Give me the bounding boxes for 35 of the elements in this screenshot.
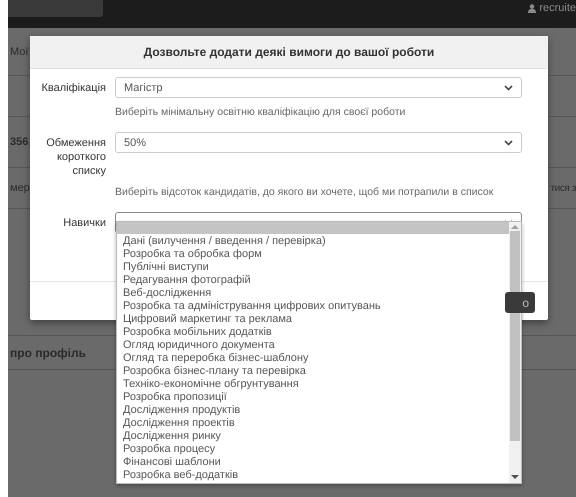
modal-title: Дозвольте додати деякі вимоги до вашої роботи: [144, 45, 434, 59]
dropdown-option[interactable]: Фінансові шаблони: [117, 456, 509, 469]
dropdown-option[interactable]: Розробка бізнес-плану та перевірка: [117, 365, 509, 378]
field-hint: Виберіть відсоток кандидатів, до якого ви хочете, щоб ми потрапили в список: [115, 186, 494, 198]
select-field[interactable]: 50%: [115, 132, 522, 153]
section-title: про профіль: [10, 346, 86, 360]
dropdown-option[interactable]: Дані (вилучення / введення / перевірка): [117, 235, 509, 248]
tab-label: Мої: [10, 46, 28, 58]
field-label: Навички: [62, 216, 106, 230]
row-text: мер: [10, 182, 30, 194]
dropdown-option[interactable]: Техніко-економічне обгрунтування: [117, 378, 509, 391]
field-label: Кваліфікація: [40, 81, 106, 95]
dark-button[interactable]: о: [505, 292, 535, 313]
dropdown-option[interactable]: Редагування фотографій: [117, 274, 509, 287]
dropdown-option[interactable]: Дослідження ринку: [117, 430, 509, 443]
dropdown-option[interactable]: Цифровий маркетинг та реклама: [117, 313, 509, 326]
dropdown-option[interactable]: Дослідження продуктів: [117, 404, 509, 417]
row-text: тися з: [550, 182, 576, 194]
field-hint: Виберіть мінімальну освітню кваліфікацію для своєї роботи: [115, 106, 406, 118]
dropdown-option[interactable]: Розробка пропозиції: [117, 391, 509, 404]
user-icon: [528, 4, 536, 12]
dropdown-option[interactable]: Огляд та переробка бізнес-шаблону: [117, 352, 509, 365]
dropdown-option[interactable]: Дослідження проектів: [117, 417, 509, 430]
dropdown-option[interactable]: Розробка мобільних додатків: [117, 326, 509, 339]
row-text: 356: [10, 136, 28, 148]
dropdown-option[interactable]: Розробка процесу: [117, 443, 509, 456]
select-field[interactable]: Магістр: [115, 77, 522, 98]
field-label: Обмеження короткого списку: [45, 136, 106, 178]
user-name[interactable]: recruite: [539, 2, 576, 14]
dropdown-option[interactable]: Публічні виступи: [117, 261, 509, 274]
dropdown-option[interactable]: Розробка веб-додатків: [117, 469, 509, 482]
search-field[interactable]: [8, 0, 103, 17]
scrollbar[interactable]: [509, 222, 521, 483]
dropdown-option[interactable]: Огляд юридичного документа: [117, 339, 509, 352]
dropdown-option[interactable]: Розробка та обробка форм: [117, 248, 509, 261]
